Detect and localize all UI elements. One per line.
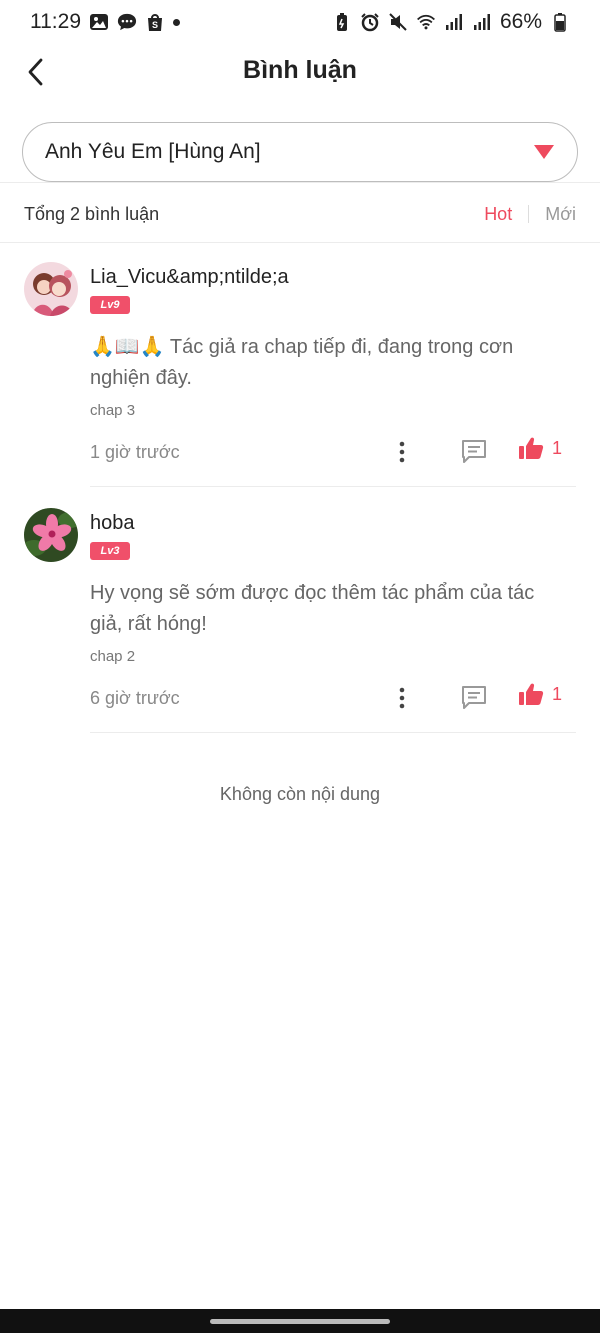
like-count: 1 bbox=[552, 437, 563, 458]
comment-divider bbox=[90, 732, 576, 733]
divider bbox=[0, 182, 600, 183]
battery-icon bbox=[550, 12, 570, 32]
chapter-ref[interactable]: chap 3 bbox=[90, 402, 135, 419]
like-button[interactable]: 1 bbox=[518, 682, 562, 706]
chapter-select-value: Anh Yêu Em [Hùng An] bbox=[45, 140, 261, 163]
wifi-icon bbox=[416, 12, 436, 32]
level-badge: Lv3 bbox=[90, 542, 130, 560]
signal-icon bbox=[472, 12, 492, 32]
system-nav-bar bbox=[0, 1309, 600, 1333]
comment-time: 1 giờ trước bbox=[90, 442, 180, 462]
thumbs-up-icon bbox=[519, 683, 544, 705]
like-count: 1 bbox=[552, 683, 563, 704]
summary-row: Tổng 2 bình luận Hot Mới bbox=[0, 192, 600, 236]
more-vertical-icon bbox=[399, 441, 405, 463]
total-comments: Tổng 2 bình luận bbox=[24, 203, 160, 224]
status-left: 11:29 S bbox=[30, 10, 180, 34]
tab-hot[interactable]: Hot bbox=[484, 204, 512, 225]
gallery-icon bbox=[89, 12, 109, 32]
triangle-down-icon bbox=[534, 145, 554, 159]
divider bbox=[0, 242, 600, 243]
header: Bình luận bbox=[0, 44, 600, 100]
status-right: 66% bbox=[332, 10, 570, 34]
page-title: Bình luận bbox=[243, 56, 357, 84]
more-vertical-icon bbox=[399, 687, 405, 709]
comment-time: 6 giờ trước bbox=[90, 688, 180, 708]
signal-icon bbox=[444, 12, 464, 32]
reply-button[interactable] bbox=[460, 438, 488, 466]
avatar[interactable] bbox=[24, 262, 78, 316]
level-badge: Lv9 bbox=[90, 296, 130, 314]
chapter-select[interactable]: Anh Yêu Em [Hùng An] bbox=[22, 122, 578, 182]
chapter-ref[interactable]: chap 2 bbox=[90, 648, 135, 665]
more-options-button[interactable] bbox=[390, 684, 414, 712]
reply-button[interactable] bbox=[460, 684, 488, 712]
status-bar: 11:29 S 66% bbox=[0, 0, 600, 44]
tab-new[interactable]: Mới bbox=[545, 204, 576, 225]
sort-tabs: Hot Mới bbox=[484, 204, 576, 225]
comment-icon bbox=[462, 686, 486, 709]
mute-icon bbox=[388, 12, 408, 32]
comment-text: Hy vọng sẽ sớm được đọc thêm tác phẩm củ… bbox=[90, 582, 535, 635]
alarm-icon bbox=[360, 12, 380, 32]
username[interactable]: Lia_Vicu&amp;ntilde;a bbox=[90, 266, 289, 289]
svg-text:S: S bbox=[152, 20, 158, 30]
avatar[interactable] bbox=[24, 508, 78, 562]
chat-icon bbox=[117, 12, 137, 32]
notification-dot-icon bbox=[173, 18, 180, 26]
comment-icon bbox=[462, 440, 486, 463]
shop-icon: S bbox=[145, 12, 165, 32]
like-button[interactable]: 1 bbox=[518, 436, 562, 460]
status-time: 11:29 bbox=[30, 10, 81, 33]
thumbs-up-icon bbox=[519, 437, 544, 459]
battery-saver-icon bbox=[332, 12, 352, 32]
more-options-button[interactable] bbox=[390, 438, 414, 466]
battery-percent: 66% bbox=[499, 10, 542, 33]
username[interactable]: hoba bbox=[90, 512, 135, 535]
home-indicator[interactable] bbox=[210, 1319, 390, 1324]
anime-couple-avatar bbox=[24, 262, 78, 316]
comment-divider bbox=[90, 486, 576, 487]
comment-text: 🙏📖🙏 Tác giả ra chap tiếp đi, đang trong … bbox=[90, 336, 514, 389]
tab-separator bbox=[528, 205, 530, 223]
end-of-content-text: Không còn nội dung bbox=[219, 784, 381, 804]
pink-flower-avatar bbox=[24, 508, 78, 562]
